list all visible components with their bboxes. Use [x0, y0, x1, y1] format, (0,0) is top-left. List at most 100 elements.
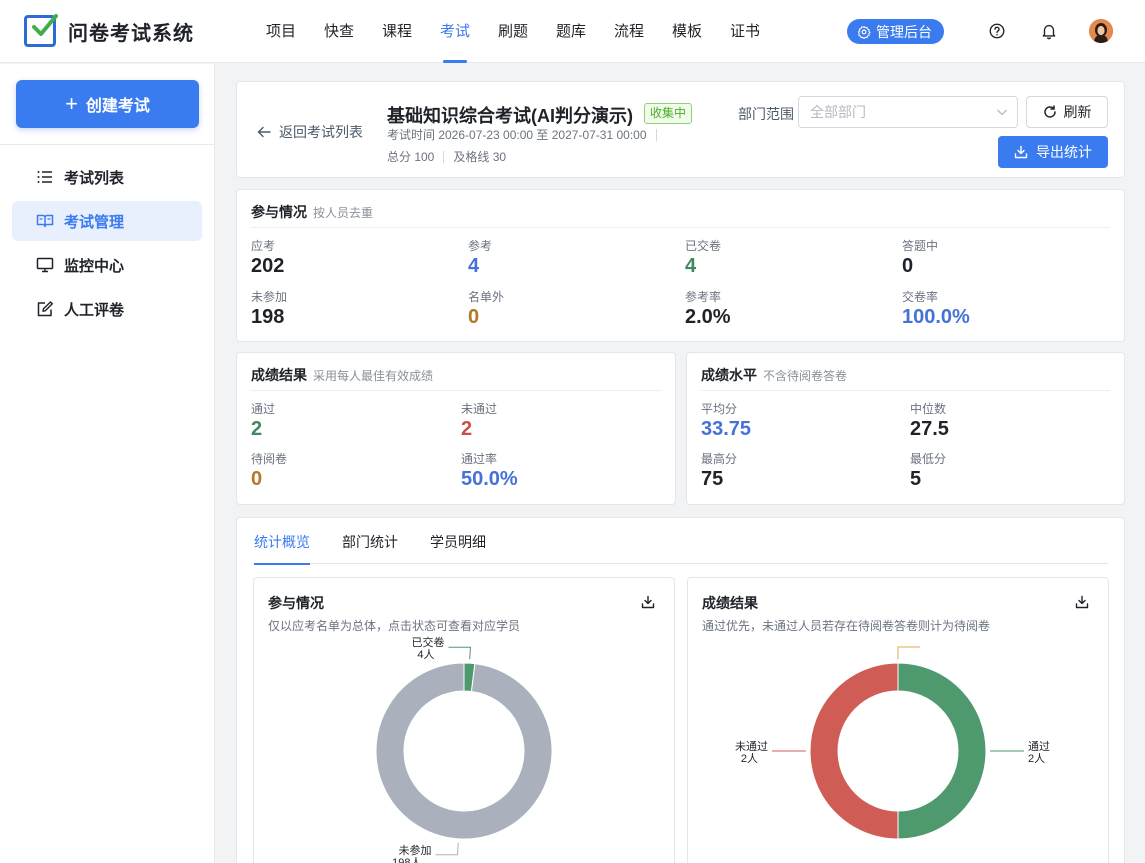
nav-item-workflow[interactable]: 流程 — [600, 0, 658, 63]
list-icon — [37, 171, 52, 183]
stat-submitted[interactable]: 已交卷 4 — [685, 237, 721, 278]
slice-label-category: 已交卷 — [411, 635, 444, 649]
sidebar: + 创建考试 考试列表 考试管理 监控中心 人工评卷 — [0, 64, 215, 863]
sidebar-item-label: 考试列表 — [64, 169, 125, 187]
stat-label: 名单外 — [468, 290, 505, 304]
create-exam-label: 创建考试 — [85, 98, 150, 115]
participation-card: 参与情况 按人员去重 应考 202 参考 4 已交卷 4 答题中 0 未参加 19… — [236, 189, 1125, 342]
stat-label: 参考 — [468, 239, 493, 253]
arrow-left-icon — [257, 126, 271, 138]
stat-label: 中位数 — [910, 402, 947, 416]
stats-tabs-card: 统计概览 部门统计 学员明细 参与情况 仅以应考名单为总体，点击状态可查看对应学… — [236, 517, 1125, 863]
nav-item-practice[interactable]: 刷题 — [484, 0, 542, 63]
stat-label: 最低分 — [910, 452, 947, 466]
score-level-header: 成绩水平 不含待阅卷答卷 — [701, 365, 1110, 391]
exam-time-row: 考试时间 2026-07-23 00:00 至 2027-07-31 00:00 — [387, 126, 666, 143]
stat-expected[interactable]: 应考 202 — [251, 237, 284, 278]
stat-label: 待阅卷 — [251, 452, 288, 466]
gear-icon — [857, 25, 871, 39]
sidebar-item-monitor[interactable]: 监控中心 — [12, 245, 202, 285]
tab-overview[interactable]: 统计概览 — [254, 532, 310, 565]
nav-item-course[interactable]: 课程 — [368, 0, 426, 63]
exam-header-card: 返回考试列表 基础知识综合考试(AI判分演示) 收集中 考试时间 2026-07… — [236, 81, 1125, 178]
tab-student-detail[interactable]: 学员明细 — [430, 532, 486, 564]
nav-item-project[interactable]: 项目 — [252, 0, 310, 63]
stat-answering[interactable]: 答题中 0 — [902, 237, 938, 278]
stat-label: 平均分 — [701, 402, 738, 416]
slice-label-count: 2人 — [741, 752, 758, 765]
export-stats-button[interactable]: 导出统计 — [998, 136, 1108, 168]
stat-label: 未通过 — [461, 402, 498, 416]
stat-attended[interactable]: 参考 4 — [468, 237, 492, 278]
results-donut-chart: 通过2人未通过2人 — [735, 646, 1050, 840]
stat-value: 4 — [468, 255, 480, 277]
stat-value: 2.0% — [685, 306, 731, 328]
results-card: 成绩结果 采用每人最佳有效成绩 通过 2 未通过 2 待阅卷 0 通过率 50.0… — [236, 352, 676, 505]
slice-label-count: 4人 — [417, 648, 434, 661]
bell-icon[interactable] — [1040, 22, 1058, 40]
nav-item-certificate[interactable]: 证书 — [716, 0, 774, 63]
sidebar-item-manual-grading[interactable]: 人工评卷 — [12, 289, 202, 329]
stat-label: 通过率 — [461, 452, 498, 466]
stat-min: 最低分 5 — [910, 450, 946, 491]
participation-title: 参与情况 — [251, 204, 307, 220]
results-title: 成绩结果 — [251, 367, 307, 383]
app-logo[interactable]: 问卷考试系统 — [24, 14, 194, 47]
meta-separator — [443, 150, 445, 163]
create-exam-button[interactable]: + 创建考试 — [16, 80, 199, 128]
dept-scope-placeholder: 全部部门 — [810, 104, 866, 120]
edit-icon — [37, 301, 53, 317]
stat-value: 2 — [251, 418, 263, 440]
pie-slice-1[interactable] — [375, 662, 553, 840]
stat-label: 通过 — [251, 402, 276, 416]
export-label: 导出统计 — [1036, 144, 1092, 160]
stat-pending-review[interactable]: 待阅卷 0 — [251, 450, 287, 491]
exam-total-score: 总分 100 — [387, 150, 435, 164]
back-to-exam-list-link[interactable]: 返回考试列表 — [257, 122, 363, 142]
pie-slice-0[interactable] — [897, 662, 987, 840]
exam-time: 考试时间 2026-07-23 00:00 至 2027-07-31 00:00 — [387, 128, 647, 142]
stat-value: 0 — [251, 468, 263, 490]
stat-pass-rate: 通过率 50.0% — [461, 450, 518, 491]
stat-value: 2 — [461, 418, 473, 440]
stat-value: 100.0% — [902, 306, 970, 328]
stats-tabs: 统计概览 部门统计 学员明细 — [253, 518, 1108, 565]
sidebar-item-label: 监控中心 — [64, 257, 125, 275]
stat-absent[interactable]: 未参加 198 — [251, 288, 287, 329]
nav-item-question-bank[interactable]: 题库 — [542, 0, 600, 63]
tab-department[interactable]: 部门统计 — [342, 532, 398, 564]
slice-label-count: 2人 — [1028, 752, 1045, 765]
sidebar-item-label: 人工评卷 — [64, 301, 125, 319]
help-icon[interactable] — [988, 22, 1006, 40]
nav-item-exam[interactable]: 考试 — [426, 0, 484, 63]
user-avatar[interactable] — [1089, 19, 1113, 43]
score-level-subtitle: 不含待阅卷答卷 — [763, 369, 848, 383]
results-chart-card: 成绩结果 通过优先，未通过人员若存在待阅卷答卷则计为待阅卷 通过 2人 未通过 2人 — [687, 577, 1109, 863]
download-icon — [1014, 145, 1028, 159]
admin-console-button[interactable]: 管理后台 — [847, 19, 944, 44]
stat-failed[interactable]: 未通过 2 — [461, 400, 497, 441]
meta-separator — [655, 128, 657, 141]
back-label: 返回考试列表 — [279, 124, 363, 140]
stat-out-of-list[interactable]: 名单外 0 — [468, 288, 504, 329]
stat-value: 202 — [251, 255, 285, 277]
nav-item-template[interactable]: 模板 — [658, 0, 716, 63]
stat-label: 答题中 — [902, 239, 939, 253]
pie-slice-1[interactable] — [809, 662, 899, 840]
dept-scope-label: 部门范围 — [738, 106, 794, 122]
results-header: 成绩结果 采用每人最佳有效成绩 — [251, 365, 661, 391]
stat-value: 0 — [468, 306, 480, 328]
refresh-button[interactable]: 刷新 — [1026, 96, 1108, 128]
nav-item-quick-check[interactable]: 快查 — [310, 0, 368, 63]
monitor-icon — [36, 257, 54, 273]
stat-label: 参考率 — [685, 290, 722, 304]
dept-scope-select[interactable]: 全部部门 — [798, 96, 1018, 128]
stat-passed[interactable]: 通过 2 — [251, 400, 275, 441]
app-name: 问卷考试系统 — [68, 22, 194, 45]
exam-title: 基础知识综合考试(AI判分演示) — [387, 106, 633, 126]
admin-console-label: 管理后台 — [876, 23, 932, 40]
chevron-down-icon — [997, 109, 1007, 116]
sidebar-item-exam-list[interactable]: 考试列表 — [12, 157, 202, 197]
sidebar-item-exam-manage[interactable]: 考试管理 — [12, 201, 202, 241]
stat-value: 33.75 — [701, 418, 752, 440]
